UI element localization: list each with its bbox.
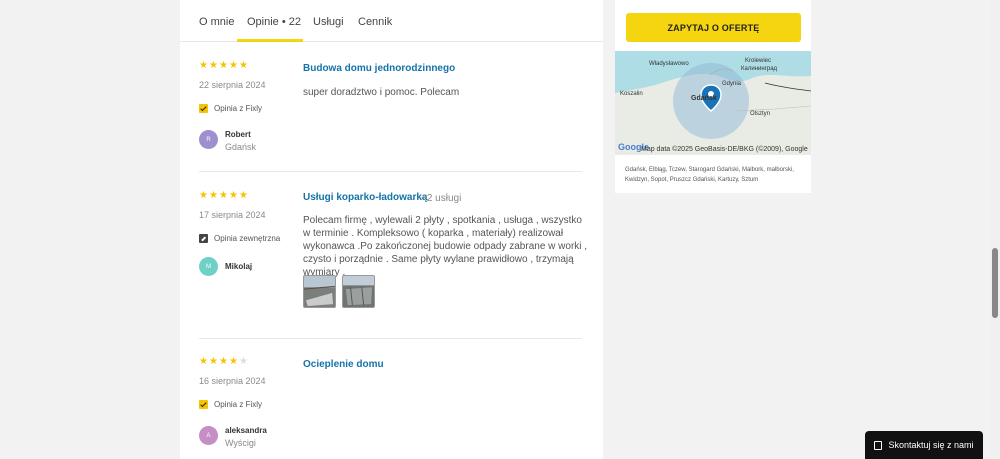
star-filled-icon: ★	[229, 190, 238, 201]
tab-services[interactable]: Usługi	[313, 16, 344, 28]
review-source: Opinia z Fixly	[199, 104, 262, 113]
review-photo[interactable]	[303, 275, 336, 308]
star-filled-icon: ★	[239, 60, 248, 71]
map-label-kaliningrad: Калининград	[741, 66, 778, 72]
map-label-gdynia: Gdynia	[722, 81, 742, 87]
checkbox-checked-icon	[199, 400, 208, 409]
contact-us-button[interactable]: Skontaktuj się z nami	[865, 431, 983, 459]
profile-tabs: O mnie Opinie • 22 Usługi Cennik	[180, 0, 603, 42]
review-source-label: Opinia z Fixly	[214, 400, 263, 409]
star-filled-icon: ★	[209, 190, 218, 201]
review-photo[interactable]	[342, 275, 375, 308]
review-date: 17 sierpnia 2024	[199, 210, 266, 220]
tab-pricing[interactable]: Cennik	[358, 16, 392, 28]
star-filled-icon: ★	[199, 190, 208, 201]
star-empty-icon: ★	[239, 356, 248, 367]
review-date: 22 sierpnia 2024	[199, 80, 266, 90]
review-source: Opinia z Fixly	[199, 400, 262, 409]
map-label-wladyslawowo: Władysławowo	[649, 61, 689, 67]
review-text: Polecam firmę , wylewali 2 płyty , spotk…	[303, 215, 588, 278]
checkbox-checked-icon	[199, 104, 208, 113]
avatar-letter: M	[206, 263, 211, 270]
contact-us-label: Skontaktuj się z nami	[888, 440, 974, 450]
star-filled-icon: ★	[219, 60, 228, 71]
star-filled-icon: ★	[229, 356, 238, 367]
star-filled-icon: ★	[239, 190, 248, 201]
map-label-krolewiec: Krolewiec	[745, 58, 772, 64]
review-divider	[199, 171, 582, 172]
review-source: Opinia zewnętrzna	[199, 234, 280, 243]
map-attribution: Map data ©2025 GeoBasis-DE/BKG (©2009), …	[641, 146, 808, 153]
star-filled-icon: ★	[229, 60, 238, 71]
external-link-icon	[199, 234, 208, 243]
review-author: Mikolaj	[225, 262, 253, 271]
star-filled-icon: ★	[199, 356, 208, 367]
map-label-gdansk: Gdańsk	[691, 95, 717, 102]
review-service-link[interactable]: Budowa domu jednorodzinnego	[303, 63, 455, 74]
page-scrollbar[interactable]	[990, 0, 1000, 459]
review-source-label: Opinia zewnętrzna	[214, 234, 281, 243]
avatar-letter: A	[206, 432, 211, 439]
avatar: M	[199, 257, 218, 276]
review-source-label: Opinia z Fixly	[214, 104, 263, 113]
tab-reviews[interactable]: Opinie • 22	[247, 16, 301, 28]
active-tab-indicator	[237, 39, 303, 42]
avatar: R	[199, 130, 218, 149]
service-area-cities: Gdańsk, Elbląg, Tczew, Starogard Gdański…	[625, 167, 794, 183]
request-offer-button[interactable]: ZAPYTAJ O OFERTĘ	[626, 13, 801, 42]
profile-content-card: O mnie Opinie • 22 Usługi Cennik ★ ★ ★ ★ ★ 2…	[180, 0, 603, 459]
map-label-olsztyn: Olsztyn	[750, 111, 771, 117]
star-filled-icon: ★	[219, 356, 228, 367]
star-filled-icon: ★	[209, 356, 218, 367]
review-city: Wyścigi	[225, 438, 256, 448]
review-text: super doradztwo i pomoc. Polecam	[303, 87, 460, 98]
service-area-map[interactable]: Władysławowo Krolewiec Калининград Kosza…	[615, 51, 811, 155]
review-service-link[interactable]: Usługi koparko-ładowarką	[303, 192, 427, 203]
review-service-link[interactable]: Ocieplenie domu	[303, 359, 384, 370]
rating-stars: ★ ★ ★ ★ ★	[199, 356, 248, 367]
avatar-letter: R	[206, 136, 211, 143]
tab-about[interactable]: O mnie	[199, 16, 234, 28]
rating-stars: ★ ★ ★ ★ ★	[199, 190, 248, 201]
extra-services-count[interactable]: +2 usługi	[421, 193, 461, 204]
review-city: Gdańsk	[225, 142, 257, 152]
review-author: Robert	[225, 130, 251, 139]
chat-icon	[874, 440, 883, 450]
star-filled-icon: ★	[209, 60, 218, 71]
sidebar-card: ZAPYTAJ O OFERTĘ Władysławowo Krolewiec …	[615, 0, 811, 193]
avatar: A	[199, 426, 218, 445]
star-filled-icon: ★	[199, 60, 208, 71]
rating-stars: ★ ★ ★ ★ ★	[199, 60, 248, 71]
review-date: 16 sierpnia 2024	[199, 376, 266, 386]
star-filled-icon: ★	[219, 190, 228, 201]
map-label-koszalin: Koszalin	[620, 91, 643, 97]
scrollbar-thumb[interactable]	[992, 248, 998, 318]
review-divider	[199, 338, 582, 339]
review-author: aleksandra	[225, 426, 267, 435]
